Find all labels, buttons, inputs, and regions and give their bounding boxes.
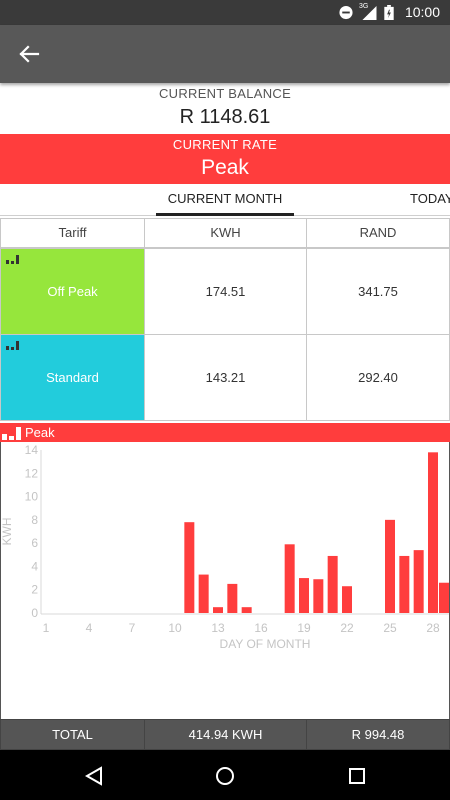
chart-bar xyxy=(428,452,438,613)
chart-bar xyxy=(413,550,424,613)
total-kwh: 414.94 KWH xyxy=(144,719,307,750)
back-triangle-icon[interactable] xyxy=(83,765,105,787)
peak-banner: Peak xyxy=(0,423,450,442)
tab-indicator xyxy=(156,213,294,216)
chart-bar xyxy=(227,583,238,613)
x-tick-label: 1 xyxy=(43,621,50,635)
x-tick-label: 10 xyxy=(168,621,182,635)
y-tick-label: 6 xyxy=(31,536,38,550)
x-tick-label: 25 xyxy=(383,621,397,635)
tab-current-month[interactable]: CURRENT MONTH xyxy=(156,191,294,206)
home-circle-icon[interactable] xyxy=(214,765,236,787)
balance-value: R 1148.61 xyxy=(179,106,271,128)
kwh-cell: 143.21 xyxy=(144,334,307,421)
x-tick-label: 13 xyxy=(211,621,225,635)
status-bar: 3G 10:00 xyxy=(0,0,450,25)
app-bar xyxy=(0,25,450,83)
chart-area: 0 2 4 6 8 10 12 14 1 4 7 10 13 16 19 22 25 28 DAY OF MONTH… xyxy=(0,442,450,719)
y-tick-label: 0 xyxy=(31,606,38,620)
tab-bar: CURRENT MONTH TODAY xyxy=(0,184,450,216)
bar-chart-icon xyxy=(6,255,19,264)
rand-cell: 292.40 xyxy=(306,334,450,421)
rate-value: Peak xyxy=(201,156,249,179)
y-tick-label: 10 xyxy=(25,490,39,504)
x-tick-label: 22 xyxy=(340,621,354,635)
signal-icon xyxy=(362,5,377,20)
total-rand: R 994.48 xyxy=(306,719,450,750)
bar-chart-icon xyxy=(2,427,21,440)
y-tick-label: 14 xyxy=(25,443,39,457)
bar-chart-icon xyxy=(6,341,19,350)
chart-bar xyxy=(198,574,209,613)
chart-bar xyxy=(399,555,410,613)
chart-bar xyxy=(241,607,252,613)
recents-square-icon[interactable] xyxy=(346,765,368,787)
y-tick-label: 4 xyxy=(31,559,38,573)
chart-bar xyxy=(299,578,309,613)
tariff-cell-off-peak[interactable]: Off Peak xyxy=(0,248,145,335)
chart-bar xyxy=(213,607,223,613)
chart-bar xyxy=(439,582,449,613)
tariff-name: Off Peak xyxy=(47,284,98,299)
kwh-value: 143.21 xyxy=(205,370,246,385)
tab-today[interactable]: TODAY xyxy=(410,191,450,206)
rand-value: 292.40 xyxy=(358,370,398,385)
chart-bar xyxy=(327,555,338,613)
tariff-name: Standard xyxy=(46,370,99,385)
totals-bar: TOTAL 414.94 KWH R 994.48 xyxy=(0,719,450,750)
y-tick-label: 12 xyxy=(25,466,39,480)
chart-bar xyxy=(284,544,295,613)
x-axis-label: DAY OF MONTH xyxy=(220,637,311,651)
do-not-disturb-icon xyxy=(339,5,353,20)
y-tick-label: 2 xyxy=(31,583,38,597)
x-tick-label: 19 xyxy=(297,621,311,635)
chart-bar xyxy=(342,586,352,613)
x-tick-label: 28 xyxy=(426,621,440,635)
x-tick-label: 4 xyxy=(86,621,93,635)
y-axis-label: KWH xyxy=(1,518,14,546)
rand-value: 341.75 xyxy=(358,284,398,299)
rate-label: CURRENT RATE xyxy=(172,137,278,152)
chart-bar xyxy=(385,519,395,613)
y-tick-label: 8 xyxy=(31,513,38,527)
back-arrow-icon[interactable] xyxy=(14,39,44,69)
chart-bar xyxy=(313,579,324,613)
peak-banner-label: Peak xyxy=(25,425,55,440)
tariff-cell-standard[interactable]: Standard xyxy=(0,334,145,421)
chart-bar xyxy=(184,522,195,613)
header-rand: RAND xyxy=(306,218,450,248)
battery-icon xyxy=(384,5,394,20)
current-rate-box: CURRENT RATE Peak xyxy=(0,134,450,184)
kwh-cell: 174.51 xyxy=(144,248,307,335)
navigation-bar xyxy=(0,750,450,800)
balance-label: CURRENT BALANCE xyxy=(158,86,292,101)
clock: 10:00 xyxy=(404,4,440,20)
header-kwh: KWH xyxy=(144,218,307,248)
peak-usage-chart: 024681012141 4 7 10 13 16 19 22 25 28DAY OF MONTH… xyxy=(0,443,449,651)
header-tariff: Tariff xyxy=(0,218,145,248)
kwh-value: 174.51 xyxy=(205,284,246,299)
rand-cell: 341.75 xyxy=(306,248,450,335)
x-tick-label: 16 xyxy=(254,621,268,635)
total-label: TOTAL xyxy=(0,719,145,750)
x-tick-label: 7 xyxy=(129,621,136,635)
